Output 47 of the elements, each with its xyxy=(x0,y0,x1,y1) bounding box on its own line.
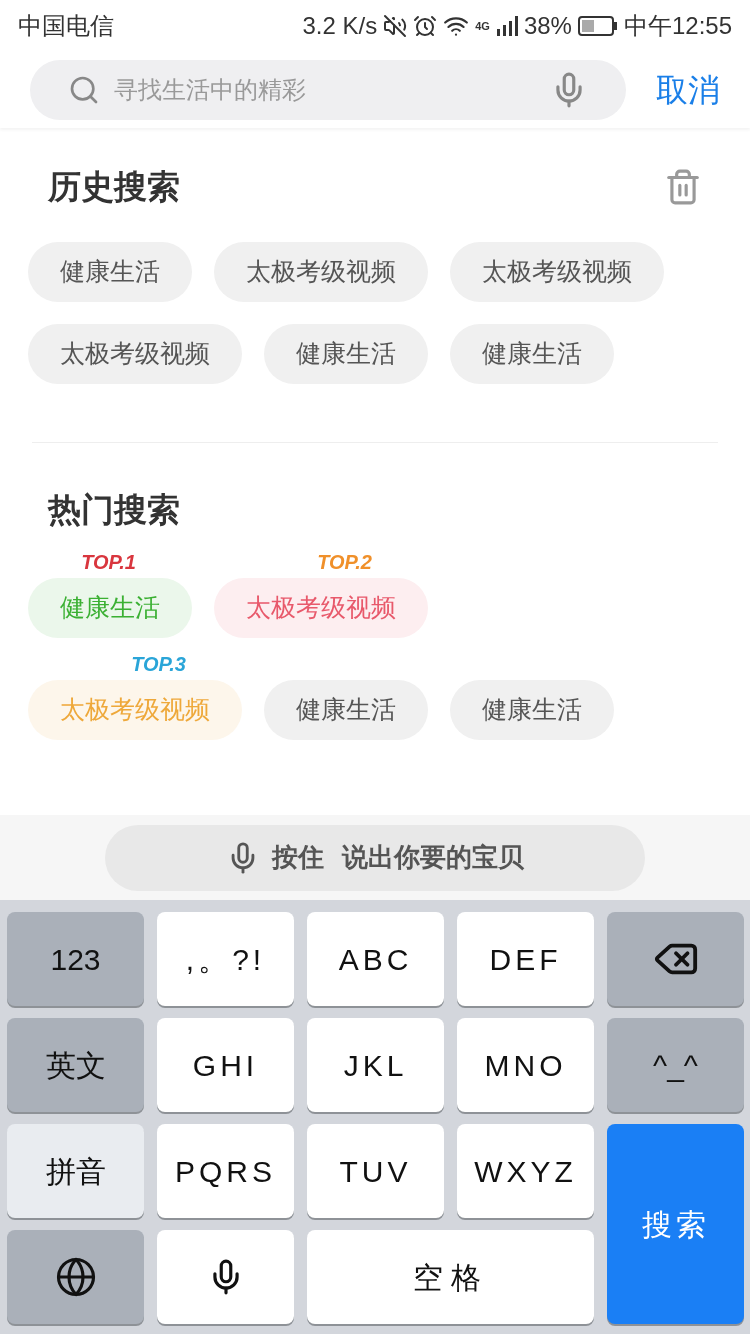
keyboard-key[interactable]: 英文 xyxy=(7,1018,144,1112)
search-tag[interactable]: 太极考级视频 xyxy=(28,323,242,384)
keyboard-key[interactable]: DEF xyxy=(457,912,594,1006)
alarm-icon xyxy=(413,14,438,38)
search-key[interactable]: 搜索 xyxy=(607,1124,744,1324)
clock-time: 中午12:55 xyxy=(623,11,732,41)
keyboard-key[interactable]: ,。?! xyxy=(157,912,294,1006)
search-bar[interactable]: 寻找生活中的精彩 xyxy=(30,60,626,120)
keyboard-key[interactable]: 拼音 xyxy=(7,1124,144,1218)
search-tag[interactable]: 太极考级视频 xyxy=(214,241,428,302)
keyboard-key[interactable]: PQRS xyxy=(157,1124,294,1218)
search-tag[interactable]: 太极考级视频 xyxy=(450,241,664,302)
signal-icon xyxy=(495,15,518,37)
keyboard-key[interactable]: MNO xyxy=(457,1018,594,1112)
network-type: 4G xyxy=(475,19,490,34)
battery-icon xyxy=(577,15,618,37)
keyboard-key[interactable]: GHI xyxy=(157,1018,294,1112)
battery-percent: 38% xyxy=(523,11,572,41)
cancel-button[interactable]: 取消 xyxy=(656,66,720,114)
voice-key[interactable] xyxy=(157,1230,294,1324)
search-tag[interactable]: 健康生活 xyxy=(264,323,428,384)
keyboard-key[interactable]: WXYZ xyxy=(457,1124,594,1218)
search-input[interactable]: 寻找生活中的精彩 xyxy=(114,72,536,108)
keyboard-key[interactable]: ^_^ xyxy=(607,1018,744,1112)
mute-icon xyxy=(383,14,408,38)
keyboard-key[interactable]: JKL xyxy=(307,1018,444,1112)
section-title: 热门搜索 xyxy=(48,490,180,528)
search-tag[interactable]: 健康生活 xyxy=(450,323,614,384)
rank-label: TOP.2 xyxy=(317,552,372,572)
space-key[interactable]: 空格 xyxy=(307,1230,594,1324)
globe-key[interactable] xyxy=(7,1230,144,1324)
rank-label: TOP.3 xyxy=(131,654,186,674)
carrier-name: 中国电信 xyxy=(18,11,114,41)
search-tag[interactable]: 健康生活 xyxy=(28,241,192,302)
network-speed: 3.2 K/s xyxy=(302,11,378,41)
globe-icon xyxy=(54,1256,97,1298)
rank-label: TOP.1 xyxy=(81,552,136,572)
keyboard-key[interactable]: 123 xyxy=(7,912,144,1006)
search-icon xyxy=(68,74,100,106)
section-title: 历史搜索 xyxy=(48,167,180,207)
search-tag[interactable]: 健康生活 xyxy=(450,680,614,740)
voice-input-button[interactable]: 按住 说出你要的宝贝 xyxy=(105,824,645,891)
search-tag[interactable]: 健康生活 xyxy=(264,680,428,740)
keyboard-key[interactable]: ABC xyxy=(307,912,444,1006)
keyboard-key[interactable]: TUV xyxy=(307,1124,444,1218)
backspace-key[interactable] xyxy=(607,912,744,1006)
trash-icon[interactable] xyxy=(664,167,702,206)
